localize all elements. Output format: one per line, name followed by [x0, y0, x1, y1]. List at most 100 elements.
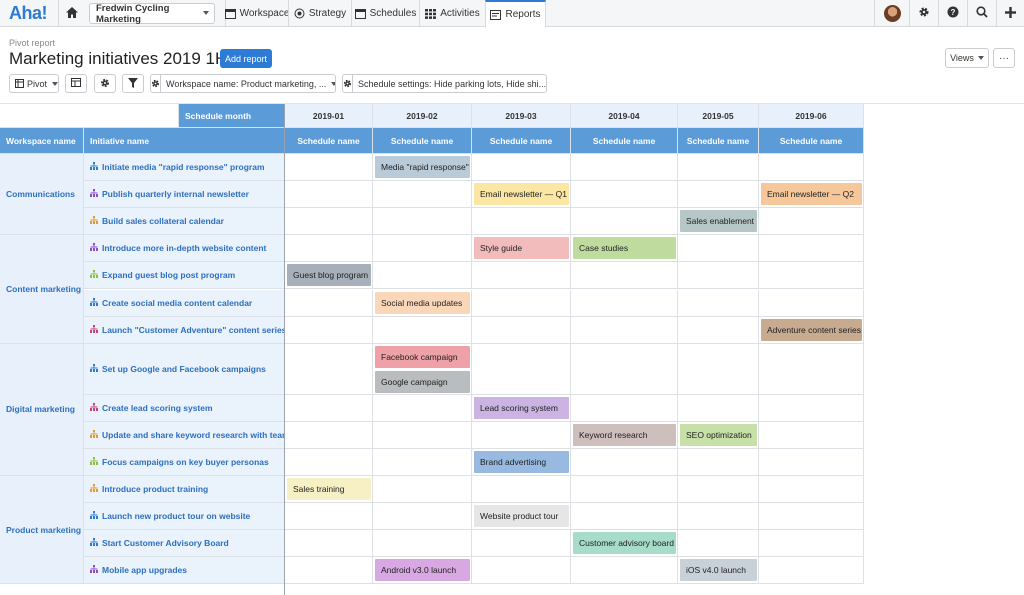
initiative-row-header[interactable]: Mobile app upgrades [84, 557, 285, 585]
workspace-row-header[interactable]: Digital marketing [0, 343, 84, 476]
aha-logo[interactable]: Aha! [9, 3, 48, 24]
home-button[interactable] [58, 0, 85, 27]
schedule-card[interactable]: Style guide [474, 237, 569, 260]
month-header[interactable]: 2019-04 [571, 104, 678, 128]
initiative-row-header[interactable]: Build sales collateral calendar [84, 208, 285, 236]
initiative-name[interactable]: Create lead scoring system [102, 403, 213, 413]
report-settings-button[interactable] [94, 74, 116, 93]
initiative-name[interactable]: Focus campaigns on key buyer personas [102, 457, 269, 467]
initiative-icon [90, 565, 98, 575]
initiative-name[interactable]: Mobile app upgrades [102, 565, 187, 575]
initiative-name[interactable]: Expand guest blog post program [102, 270, 235, 280]
initiative-row-header[interactable]: Expand guest blog post program [84, 262, 285, 290]
row-header-initiative[interactable]: Initiative name [84, 128, 285, 154]
schedule-card[interactable]: Sales enablement [680, 210, 757, 233]
initiative-row-header[interactable]: Set up Google and Facebook campaigns [84, 343, 285, 395]
schedule-card[interactable]: Sales training [287, 478, 371, 500]
initiative-name[interactable]: Introduce more in-depth website content [102, 243, 266, 253]
pivot-dropdown[interactable]: Pivot [9, 74, 59, 93]
schedule-name-header[interactable]: Schedule name [759, 128, 864, 154]
initiative-name[interactable]: Set up Google and Facebook campaigns [102, 364, 266, 374]
month-header[interactable]: 2019-05 [678, 104, 759, 128]
schedule-card[interactable]: Customer advisory board [573, 532, 676, 555]
schedule-card[interactable]: Website product tour [474, 505, 569, 528]
initiative-name[interactable]: Publish quarterly internal newsletter [102, 189, 249, 199]
add-report-button[interactable]: Add report [220, 49, 272, 68]
breadcrumb[interactable]: Pivot report [9, 38, 55, 48]
schedule-card[interactable]: Android v3.0 launch [375, 559, 470, 582]
schedule-name-header[interactable]: Schedule name [571, 128, 678, 154]
schedule-card[interactable]: Email newsletter — Q1 [474, 183, 569, 206]
initiative-icon [90, 216, 98, 226]
schedule-card[interactable]: iOS v4.0 launch [680, 559, 757, 582]
views-dropdown[interactable]: Views [945, 48, 989, 68]
initiative-row-header[interactable]: Launch "Customer Adventure" content seri… [84, 316, 285, 344]
initiative-row-header[interactable]: Create social media content calendar [84, 289, 285, 317]
tab-schedules[interactable]: Schedules [351, 0, 419, 27]
schedule-card[interactable]: Media "rapid response" [375, 156, 470, 178]
table-view-button[interactable] [65, 74, 87, 93]
row-header-workspace[interactable]: Workspace name [0, 128, 84, 154]
workspace-row-header[interactable]: Product marketing [0, 476, 84, 585]
workspace-select[interactable]: Fredwin Cycling Marketing [89, 3, 215, 25]
initiative-row-header[interactable]: Update and share keyword research with t… [84, 421, 285, 449]
data-cell [373, 530, 472, 558]
help-button[interactable]: ? [938, 0, 967, 27]
search-button[interactable] [967, 0, 996, 27]
month-header[interactable]: 2019-02 [373, 104, 472, 128]
initiative-name[interactable]: Launch "Customer Adventure" content seri… [102, 325, 284, 335]
schedule-name-header[interactable]: Schedule name [472, 128, 571, 154]
initiative-row-header[interactable]: Launch new product tour on website [84, 503, 285, 531]
workspace-filter[interactable]: Workspace name: Product marketing, ... [150, 74, 336, 93]
initiative-row-header[interactable]: Introduce more in-depth website content [84, 235, 285, 263]
workspace-row-header[interactable]: Communications [0, 154, 84, 236]
tab-reports[interactable]: Reports [485, 0, 546, 28]
schedule-card[interactable]: Social media updates [375, 291, 470, 314]
schedule-card[interactable]: Google campaign [375, 370, 470, 393]
column-group-header[interactable]: Schedule month [179, 104, 285, 128]
schedule-card[interactable]: Brand advertising [474, 450, 569, 473]
filter-settings-icon[interactable] [151, 75, 161, 92]
initiative-name[interactable]: Build sales collateral calendar [102, 216, 224, 226]
initiative-name[interactable]: Launch new product tour on website [102, 511, 250, 521]
month-header[interactable]: 2019-06 [759, 104, 864, 128]
initiative-name[interactable]: Create social media content calendar [102, 298, 252, 308]
profile-button[interactable] [874, 0, 909, 27]
schedule-filter[interactable]: Schedule settings: Hide parking lots, Hi… [342, 74, 547, 93]
month-header[interactable]: 2019-01 [285, 104, 373, 128]
schedule-name-header[interactable]: Schedule name [373, 128, 472, 154]
initiative-row-header[interactable]: Create lead scoring system [84, 394, 285, 422]
initiative-row-header[interactable]: Start Customer Advisory Board [84, 530, 285, 558]
initiative-row-header[interactable]: Focus campaigns on key buyer personas [84, 448, 285, 476]
schedule-card[interactable]: Guest blog program [287, 264, 371, 287]
schedule-card[interactable]: Facebook campaign [375, 345, 470, 368]
filter-button[interactable] [122, 74, 144, 93]
initiative-row-header[interactable]: Publish quarterly internal newsletter [84, 181, 285, 209]
initiative-name[interactable]: Initiate media "rapid response" program [102, 162, 265, 172]
chevron-down-icon [52, 81, 58, 86]
tab-activities[interactable]: Activities [419, 0, 485, 27]
data-cell [285, 394, 373, 422]
schedule-name-header[interactable]: Schedule name [678, 128, 759, 154]
more-options-button[interactable]: ··· [993, 48, 1015, 68]
filter-settings-icon[interactable] [343, 75, 353, 92]
initiative-name[interactable]: Update and share keyword research with t… [102, 430, 284, 440]
schedule-card[interactable]: Case studies [573, 237, 676, 260]
initiative-row-header[interactable]: Initiate media "rapid response" program [84, 154, 285, 182]
settings-button[interactable] [909, 0, 938, 27]
schedule-name-header[interactable]: Schedule name [285, 128, 373, 154]
schedule-card[interactable]: Adventure content series [761, 318, 862, 341]
page-title: Marketing initiatives 2019 1H [9, 49, 228, 68]
schedule-card[interactable]: Keyword research [573, 423, 676, 446]
add-button[interactable] [996, 0, 1024, 27]
month-header[interactable]: 2019-03 [472, 104, 571, 128]
schedule-card[interactable]: SEO optimization [680, 423, 757, 446]
initiative-name[interactable]: Introduce product training [102, 484, 208, 494]
tab-workspace[interactable]: Workspace [224, 0, 289, 27]
tab-strategy[interactable]: Strategy [288, 0, 351, 27]
workspace-row-header[interactable]: Content marketing [0, 235, 84, 344]
schedule-card[interactable]: Email newsletter — Q2 [761, 183, 862, 206]
initiative-name[interactable]: Start Customer Advisory Board [102, 538, 229, 548]
schedule-card[interactable]: Lead scoring system [474, 396, 569, 419]
initiative-row-header[interactable]: Introduce product training [84, 476, 285, 504]
